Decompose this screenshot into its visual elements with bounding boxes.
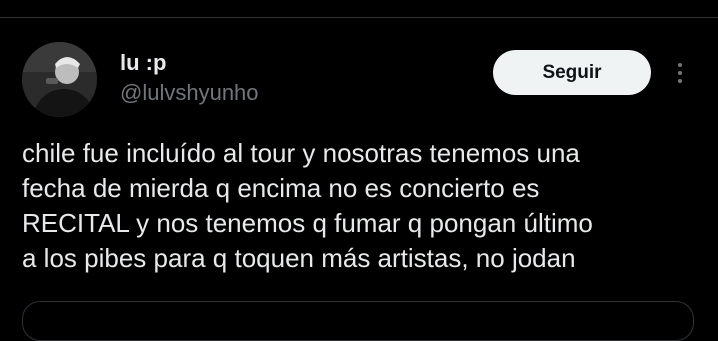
top-divider bbox=[0, 17, 718, 18]
tweet-text: chile fue incluído al tour y nosotras te… bbox=[22, 136, 712, 276]
avatar[interactable] bbox=[22, 42, 97, 117]
dot bbox=[678, 63, 682, 67]
quoted-tweet-card[interactable] bbox=[22, 301, 694, 341]
more-vertical-icon[interactable] bbox=[669, 58, 691, 88]
author-name[interactable]: lu :p bbox=[120, 50, 166, 76]
tweet-text-line: chile fue incluído al tour y nosotras te… bbox=[22, 138, 580, 168]
tweet-text-line: fecha de mierda q encima no es concierto… bbox=[22, 173, 540, 203]
follow-button[interactable]: Seguir bbox=[493, 50, 651, 95]
dot bbox=[678, 71, 682, 75]
tweet-text-line: a los pibes para q toquen más artistas, … bbox=[22, 243, 576, 273]
dot bbox=[678, 79, 682, 83]
tweet-text-line: RECITAL y nos tenemos q fumar q pongan ú… bbox=[22, 208, 593, 238]
avatar-photo bbox=[22, 42, 97, 117]
author-handle[interactable]: @lulvshyunho bbox=[120, 80, 259, 106]
